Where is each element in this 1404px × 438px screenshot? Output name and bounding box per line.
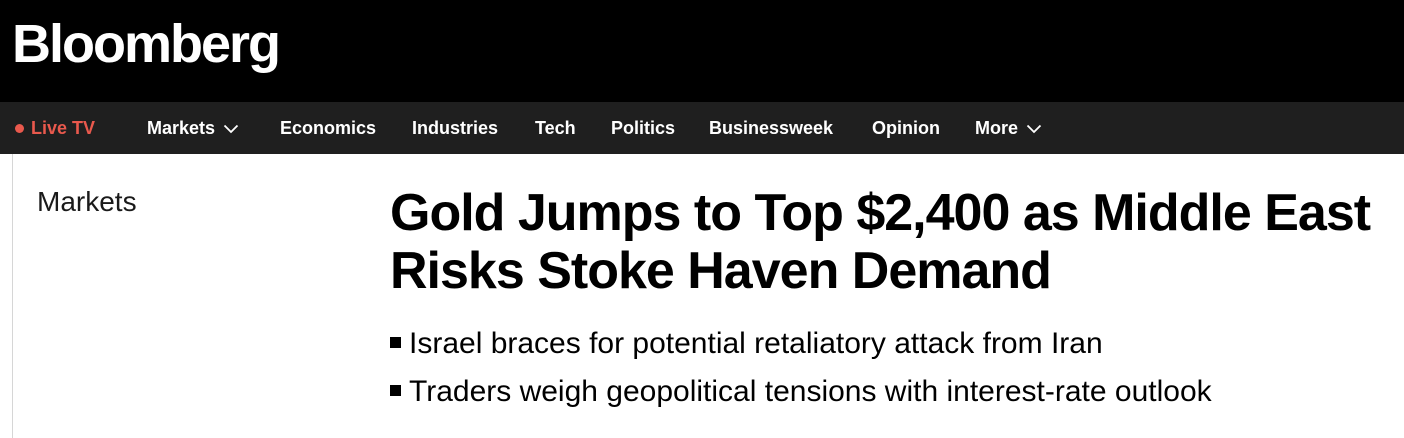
nav-item-label: More [975,118,1019,138]
live-dot-icon [15,124,24,133]
nav-live-tv[interactable]: Live TV [15,102,95,154]
summary-bullet: Traders weigh geopolitical tensions with… [390,370,1212,418]
section-label[interactable]: Markets [37,184,137,220]
nav-item-more[interactable]: More [975,102,1042,154]
article-headline: Gold Jumps to Top $2,400 as Middle East … [390,184,1371,300]
nav-item-label: Markets [147,118,216,138]
summary-bullet: Israel braces for potential retaliatory … [390,322,1212,370]
square-bullet-icon [390,337,401,348]
chevron-down-icon [1026,125,1042,134]
nav-item-industries[interactable]: Industries [412,102,498,154]
summary-bullet-text: Traders weigh geopolitical tensions with… [409,375,1212,408]
nav-item-label: Industries [412,118,499,138]
nav-item-markets[interactable]: Markets [147,102,239,154]
nav-item-label: Opinion [872,118,940,138]
main-navigation: Live TV Markets Economics Industries Tec… [0,102,1404,154]
top-header: Bloomberg [0,0,1404,102]
nav-item-opinion[interactable]: Opinion [872,102,940,154]
nav-item-label: Businessweek [709,118,834,138]
nav-item-businessweek[interactable]: Businessweek [709,102,833,154]
article-summary-list: Israel braces for potential retaliatory … [390,322,1212,418]
nav-item-economics[interactable]: Economics [280,102,376,154]
nav-item-label: Tech [535,118,576,138]
nav-item-label: Economics [280,118,377,138]
bloomberg-logo[interactable]: Bloomberg [12,12,281,76]
nav-live-tv-label: Live TV [31,118,96,138]
nav-item-tech[interactable]: Tech [535,102,576,154]
summary-bullet-text: Israel braces for potential retaliatory … [409,327,1103,360]
nav-item-label: Politics [611,118,676,138]
chevron-down-icon [223,125,239,134]
square-bullet-icon [390,385,401,396]
nav-item-politics[interactable]: Politics [611,102,675,154]
